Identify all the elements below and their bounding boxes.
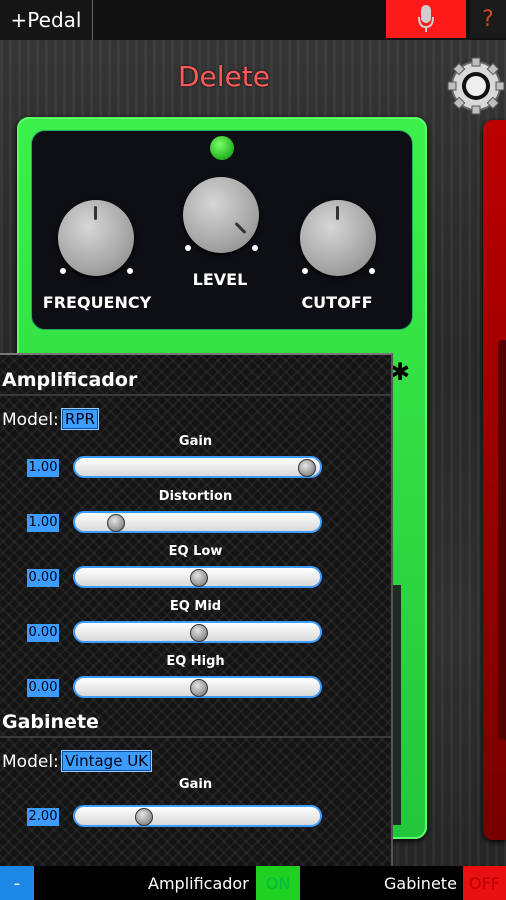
level-knob[interactable] [183, 177, 259, 253]
amplifier-model-label: Model: [2, 410, 59, 430]
eq-mid-label: EQ Mid [169, 599, 222, 614]
amplifier-toggle[interactable]: ON [256, 866, 300, 900]
knob-min-dot [185, 245, 191, 251]
settings-gear-icon[interactable]: ✱ [390, 358, 410, 386]
slider-thumb[interactable] [189, 569, 208, 587]
cabinet-model-label: Model: [2, 752, 59, 772]
eq-low-value: 0.00 [27, 569, 59, 587]
collapse-button[interactable]: - [0, 866, 34, 900]
eq-mid-value: 0.00 [27, 624, 59, 642]
eq-mid-slider[interactable] [73, 621, 322, 643]
slider-thumb[interactable] [189, 624, 208, 642]
knob-min-dot [302, 268, 308, 274]
cabinet-gain-value: 2.00 [27, 808, 59, 826]
level-label: LEVEL [192, 270, 248, 289]
gain-slider[interactable] [73, 456, 322, 478]
add-pedal-button[interactable]: +Pedal [0, 0, 93, 40]
slider-thumb[interactable] [135, 808, 154, 826]
knob-max-dot [127, 268, 133, 274]
eq-high-label: EQ High [166, 654, 225, 669]
knob-indicator [94, 206, 97, 220]
gain-value: 1.00 [27, 459, 59, 477]
cabinet-gain-label: Gain [178, 777, 213, 792]
gain-label: Gain [178, 434, 213, 449]
eq-high-value: 0.00 [27, 679, 59, 697]
section-divider [0, 394, 391, 396]
cabinet-toggle[interactable]: OFF [463, 866, 506, 900]
slider-thumb[interactable] [298, 459, 316, 477]
slider-thumb[interactable] [189, 679, 208, 697]
cutoff-label: CUTOFF [301, 293, 373, 312]
status-led [210, 136, 234, 160]
help-button[interactable]: ? [470, 0, 506, 38]
cabinet-section-title: Gabinete [2, 711, 99, 733]
distortion-slider[interactable] [73, 511, 322, 533]
knob-min-dot [60, 268, 66, 274]
frequency-label: FREQUENCY [42, 293, 152, 312]
eq-low-label: EQ Low [168, 544, 223, 559]
frequency-knob[interactable] [58, 200, 134, 276]
gear-icon[interactable] [446, 56, 506, 116]
amplifier-model-select[interactable]: RPR [61, 408, 99, 430]
next-pedal-shade [498, 340, 506, 740]
knob-indicator [234, 221, 247, 235]
cabinet-toggle-label: Gabinete [384, 874, 457, 893]
cutoff-knob[interactable] [300, 200, 376, 276]
knob-max-dot [369, 268, 375, 274]
amplifier-section-title: Amplificador [2, 369, 138, 391]
cabinet-model-select[interactable]: Vintage UK [61, 750, 153, 772]
microphone-icon [418, 5, 434, 32]
knob-max-dot [252, 245, 258, 251]
eq-low-slider[interactable] [73, 566, 322, 588]
microphone-button[interactable] [386, 0, 466, 38]
slider-thumb[interactable] [107, 514, 126, 532]
knob-indicator [336, 206, 339, 220]
section-divider [0, 736, 391, 738]
eq-high-slider[interactable] [73, 676, 322, 698]
distortion-label: Distortion [158, 489, 233, 504]
pedal-title: Delete [178, 60, 270, 93]
distortion-value: 1.00 [27, 514, 59, 532]
cabinet-gain-slider[interactable] [73, 805, 322, 827]
amplifier-toggle-label: Amplificador [148, 874, 249, 893]
